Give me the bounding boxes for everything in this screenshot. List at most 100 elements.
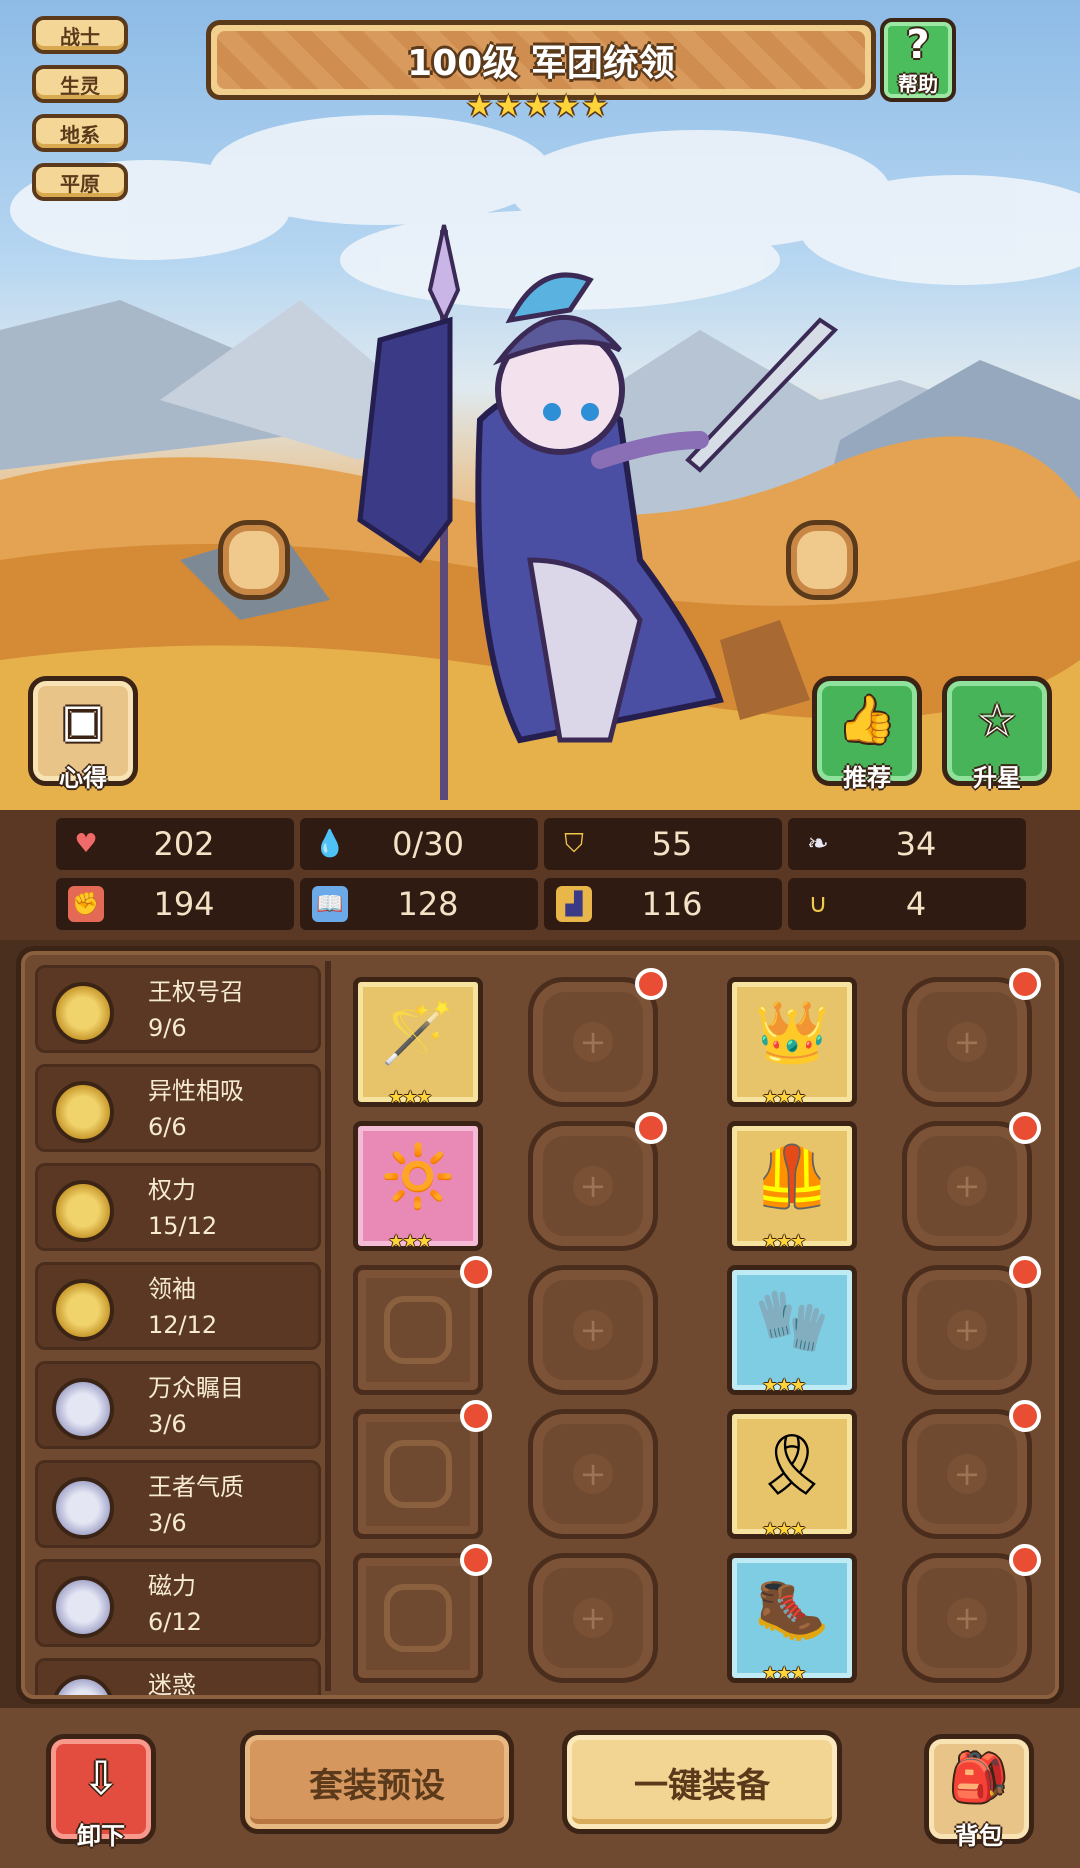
notification-dot	[635, 968, 667, 1000]
list-item[interactable]: 王者气质 3/6	[35, 1460, 321, 1548]
plus-icon: +	[947, 1022, 987, 1062]
equip-slot-empty[interactable]: +	[528, 1112, 667, 1251]
list-item[interactable]: 领袖 12/12	[35, 1262, 321, 1350]
hero-star-rating: ★ ★ ★ ★ ★	[466, 92, 609, 122]
plus-icon: +	[573, 1598, 613, 1638]
stat-dodge: ❧ 34	[788, 818, 1026, 870]
gold-set-icon	[52, 1081, 114, 1143]
equip-slot-locked[interactable]	[353, 1544, 492, 1683]
plus-icon: +	[573, 1022, 613, 1062]
equip-slot-gloves[interactable]: 🧤 ★★★	[727, 1265, 857, 1396]
equip-slot-locked[interactable]	[353, 1256, 492, 1395]
stat-value: 128	[397, 885, 459, 923]
ring-slot-icon	[384, 1584, 452, 1652]
stat-value: 4	[905, 885, 927, 923]
list-item[interactable]: 磁力 6/12	[35, 1559, 321, 1647]
stat-defense: ⛉ 55	[544, 818, 782, 870]
race-tag: 生灵	[32, 65, 128, 103]
insight-label: 心得	[59, 764, 107, 792]
hero-title: 100级 军团统领	[217, 31, 865, 89]
insight-button[interactable]: ▣ 心得	[28, 676, 138, 792]
star-icon: ★	[523, 89, 551, 124]
left-rune-slot[interactable]	[218, 520, 290, 600]
help-button[interactable]: ? 帮助	[880, 18, 956, 102]
item-star-rating: ★★★	[388, 1087, 432, 1108]
list-item[interactable]: 万众瞩目 3/6	[35, 1361, 321, 1449]
unequip-label: 卸下	[77, 1822, 125, 1850]
stat-value: 55	[651, 825, 693, 863]
equip-slot-empty[interactable]: +	[902, 1112, 1041, 1251]
panel-divider	[325, 961, 331, 1691]
recommend-button[interactable]: 👍 推荐	[812, 676, 922, 792]
star-up-label: 升星	[973, 764, 1021, 792]
plus-icon: +	[947, 1166, 987, 1206]
plus-icon: +	[573, 1310, 613, 1350]
list-item[interactable]: 权力 15/12	[35, 1163, 321, 1251]
equip-slot-locked[interactable]	[353, 1400, 492, 1539]
equip-slot-boots[interactable]: 🥾 ★★★	[727, 1553, 857, 1684]
unequip-button[interactable]: ⇩ 卸下	[46, 1734, 156, 1850]
boots-icon: 🥾	[754, 1573, 830, 1644]
bottom-action-bar: ⇩ 卸下 套装预设 一键装备 🎒 背包	[0, 1708, 1080, 1868]
scroll-icon: ▣	[61, 692, 105, 747]
silver-set-icon	[52, 1675, 114, 1695]
set-name: 王者气质	[148, 1473, 244, 1501]
gold-set-icon	[52, 1180, 114, 1242]
question-icon: ?	[906, 22, 930, 68]
bag-button[interactable]: 🎒 背包	[924, 1734, 1034, 1850]
preset-button[interactable]: 套装预设	[240, 1730, 514, 1834]
right-rune-slot[interactable]	[786, 520, 858, 600]
equip-slot-empty[interactable]: +	[528, 1265, 658, 1395]
silver-set-icon	[52, 1477, 114, 1539]
notification-dot	[460, 1256, 492, 1288]
equip-slot-empty[interactable]: +	[902, 968, 1041, 1107]
thumbs-up-icon: 👍	[838, 692, 896, 746]
set-name: 权力	[148, 1176, 196, 1204]
gem-slot-icon	[384, 1440, 452, 1508]
silver-set-icon	[52, 1576, 114, 1638]
armor-icon: 🦺	[754, 1141, 830, 1212]
list-item[interactable]: 王权号召 9/6	[35, 965, 321, 1053]
terrain-tag: 平原	[32, 163, 128, 201]
set-name: 异性相吸	[148, 1077, 244, 1105]
star-up-icon: ☆	[976, 692, 1018, 747]
equipment-panel: 王权号召 9/6 异性相吸 6/6 权力 15/12 领袖 12/12 万众瞩目…	[16, 946, 1064, 1704]
equip-slot-empty[interactable]: +	[902, 1400, 1041, 1539]
scepter-icon: 🪄	[380, 997, 456, 1068]
equip-slot-amulet[interactable]: 🔆 ★★★	[353, 1121, 483, 1252]
equip-slot-weapon[interactable]: 🪄 ★★★	[353, 977, 483, 1108]
set-name: 领袖	[148, 1275, 196, 1303]
set-count: 9/6	[148, 1014, 187, 1042]
equip-slot-empty[interactable]: +	[528, 1409, 658, 1539]
equip-slot-empty[interactable]: +	[902, 1256, 1041, 1395]
equip-slot-crown[interactable]: 👑 ★★★	[727, 977, 857, 1108]
list-item[interactable]: 迷惑	[35, 1658, 321, 1695]
equip-slot-armor[interactable]: 🦺 ★★★	[727, 1121, 857, 1252]
backpack-icon: 🎒	[950, 1750, 1008, 1804]
stat-value: 194	[153, 885, 215, 923]
plus-icon: +	[947, 1598, 987, 1638]
recommend-label: 推荐	[843, 764, 891, 792]
belt-icon: 🎗	[753, 1429, 831, 1500]
notification-dot	[460, 1400, 492, 1432]
notification-dot	[635, 1112, 667, 1144]
stat-magic: 📖 128	[300, 878, 538, 930]
equip-slot-empty[interactable]: +	[902, 1544, 1041, 1683]
fist-icon: ✊	[68, 886, 104, 922]
list-item[interactable]: 异性相吸 6/6	[35, 1064, 321, 1152]
stat-value: 202	[153, 825, 215, 863]
equip-slot-belt[interactable]: 🎗 ★★★	[727, 1409, 857, 1540]
equip-slot-empty[interactable]: +	[528, 1553, 658, 1683]
stat-speed: ▟ 116	[544, 878, 782, 930]
equip-slot-empty[interactable]: +	[528, 968, 667, 1107]
heart-slot-icon	[384, 1296, 452, 1364]
horseshoe-icon: ∪	[808, 889, 828, 919]
notification-dot	[1009, 1400, 1041, 1432]
equip-all-button[interactable]: 一键装备	[562, 1730, 842, 1834]
star-up-button[interactable]: ☆ 升星	[942, 676, 1052, 792]
plus-icon: +	[573, 1454, 613, 1494]
boot-icon: ▟	[556, 886, 592, 922]
plus-icon: +	[947, 1310, 987, 1350]
set-bonus-list[interactable]: 王权号召 9/6 异性相吸 6/6 权力 15/12 领袖 12/12 万众瞩目…	[35, 965, 321, 1695]
stat-value: 34	[895, 825, 937, 863]
